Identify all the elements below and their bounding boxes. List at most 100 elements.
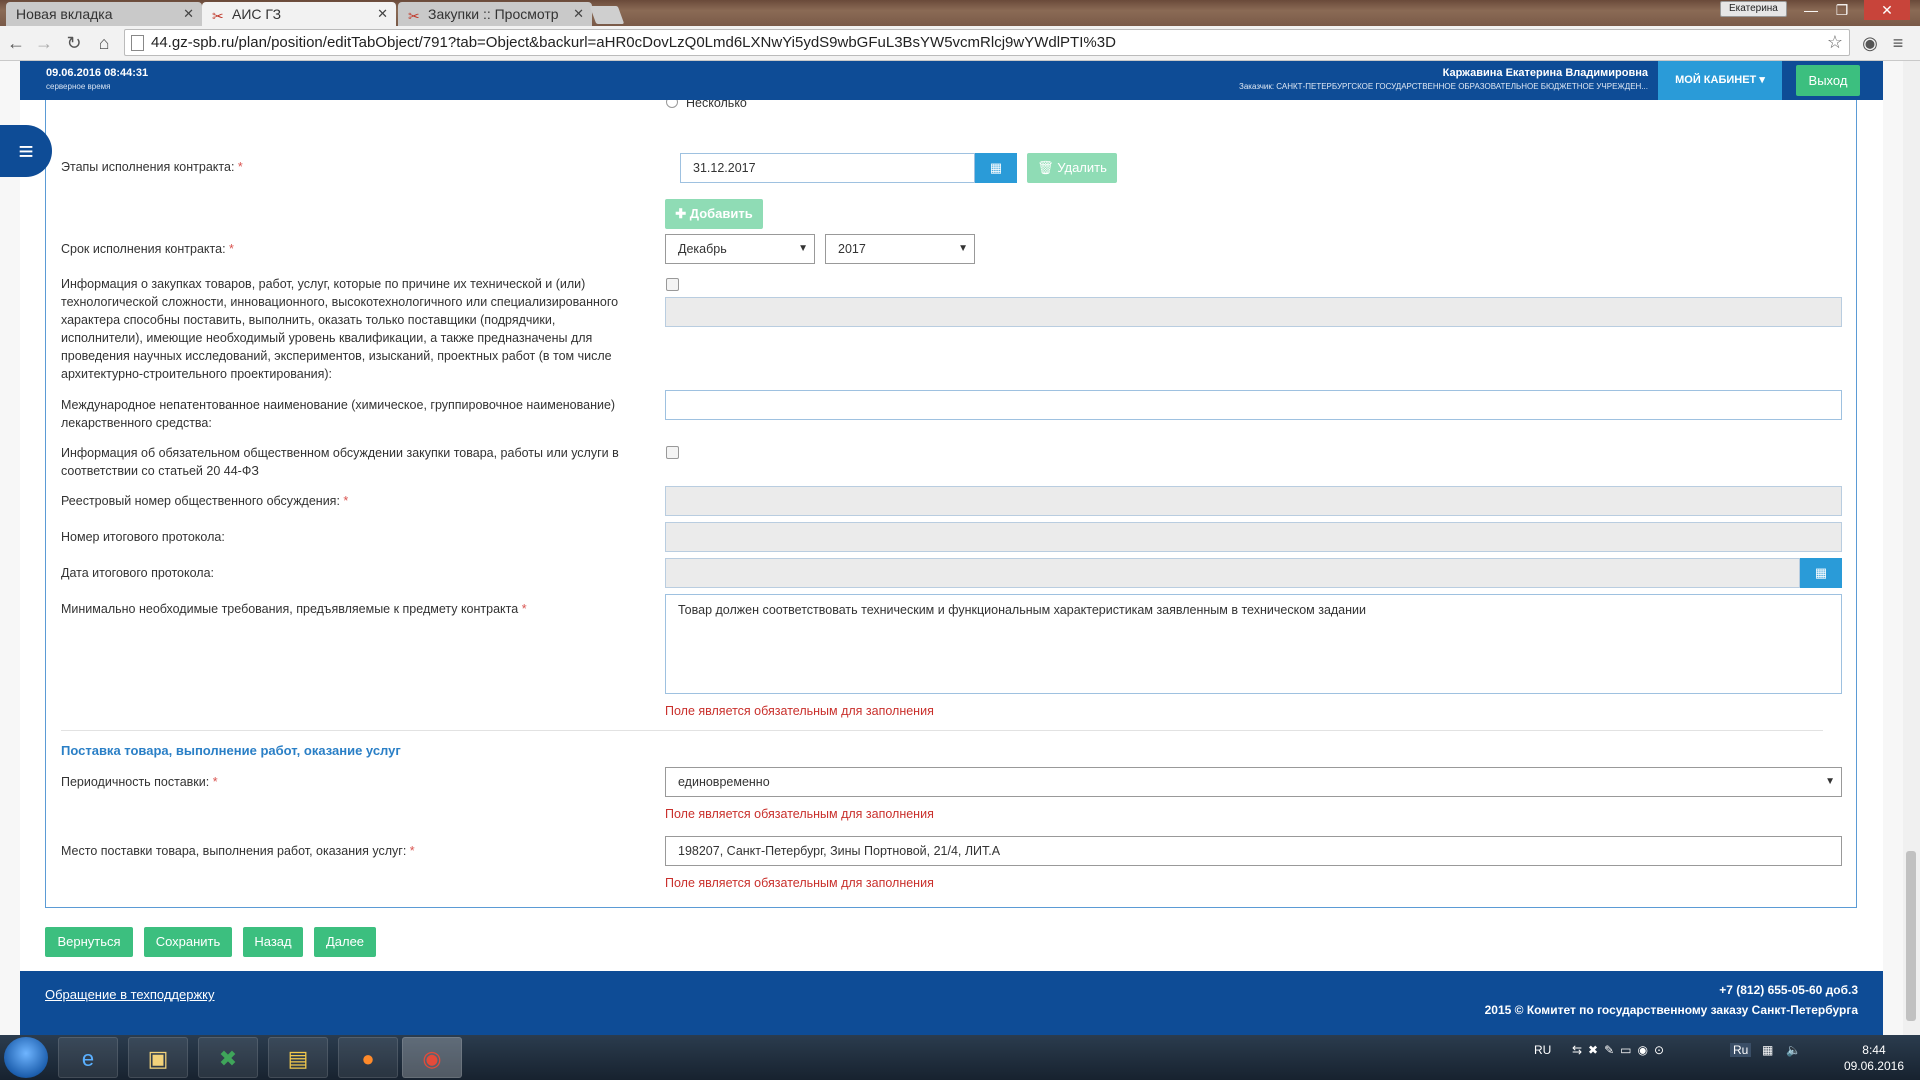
requirements-label: Минимально необходимые требования, предъ… xyxy=(61,600,631,618)
extension-icon[interactable]: ◉ xyxy=(1858,31,1882,55)
address-bar[interactable]: 44.gz-spb.ru/plan/position/editTabObject… xyxy=(124,29,1850,56)
button-label: МОЙ КАБИНЕТ xyxy=(1675,74,1757,86)
browser-tab-new[interactable]: Новая вкладка ✕ xyxy=(6,2,202,26)
copyright: 2015 © Комитет по государственному заказ… xyxy=(1484,1003,1858,1017)
taskbar-clock[interactable]: 8:44 09.06.2016 xyxy=(1844,1042,1904,1074)
browser-tabstrip: Новая вкладка ✕ ✂ АИС ГЗ ✕ ✂ Закупки :: Пр… xyxy=(0,0,1920,26)
protocol-date-input xyxy=(665,558,1800,588)
tech-info-input xyxy=(665,297,1842,327)
caret-down-icon: ▾ xyxy=(1759,74,1765,86)
server-date: 09.06.2016 08:44:31 xyxy=(46,67,149,79)
divider xyxy=(61,730,1823,731)
trash-icon: 🗑 xyxy=(1037,160,1054,175)
select-value: единовременно xyxy=(678,775,770,789)
protocol-date-label: Дата итогового протокола: xyxy=(61,566,215,580)
inn-input[interactable] xyxy=(665,390,1842,420)
required-mark: * xyxy=(409,844,415,858)
tray-icons[interactable]: ⇆✖✎▭◉⊙ xyxy=(1572,1043,1670,1057)
my-cabinet-button[interactable]: МОЙ КАБИНЕТ ▾ xyxy=(1658,61,1782,100)
required-mark: * xyxy=(229,242,234,256)
close-window-icon[interactable]: ✕ xyxy=(1864,0,1910,20)
close-icon[interactable]: ✕ xyxy=(183,2,194,26)
server-time-caption: серверное время xyxy=(46,82,111,91)
plus-icon: ✚ xyxy=(675,206,687,221)
menu-icon[interactable]: ≡ xyxy=(1886,31,1910,55)
term-year-select[interactable]: 2017 ▼ xyxy=(825,234,975,264)
place-error: Поле является обязательным для заполнени… xyxy=(665,876,934,890)
new-tab-button[interactable] xyxy=(589,6,625,24)
requirements-textarea[interactable]: Товар должен соответствовать техническим… xyxy=(665,594,1842,694)
scrollbar-thumb[interactable] xyxy=(1906,851,1916,1021)
support-link[interactable]: Обращение в техподдержку xyxy=(45,987,215,1002)
keyboard-layout[interactable]: Ru xyxy=(1730,1043,1752,1057)
requirements-error: Поле является обязательным для заполнени… xyxy=(665,704,934,718)
dropdown-arrow-icon: ▼ xyxy=(958,243,968,254)
chrome-icon[interactable]: ◉ xyxy=(402,1037,462,1078)
close-icon[interactable]: ✕ xyxy=(573,2,584,26)
browser-tab-ais[interactable]: ✂ АИС ГЗ ✕ xyxy=(202,2,396,26)
network-icon[interactable]: ▦ xyxy=(1762,1043,1773,1057)
star-icon[interactable]: ☆ xyxy=(1827,30,1843,55)
site-header: 09.06.2016 08:44:31 серверное время Карж… xyxy=(20,61,1883,100)
tab-label: Новая вкладка xyxy=(16,6,113,22)
close-icon[interactable]: ✕ xyxy=(377,2,388,26)
label-text: Периодичность поставки: xyxy=(61,775,210,789)
protocol-no-input xyxy=(665,522,1842,552)
periodicity-select[interactable]: единовременно ▼ xyxy=(665,767,1842,797)
place-input[interactable]: 198207, Санкт-Петербург, Зины Портновой,… xyxy=(665,836,1842,866)
label-text: Этапы исполнения контракта: xyxy=(61,160,235,174)
url-text: 44.gz-spb.ru/plan/position/editTabObject… xyxy=(151,34,1116,51)
calendar-icon[interactable]: ▦ xyxy=(1800,558,1842,588)
label-text: Срок исполнения контракта: xyxy=(61,242,226,256)
public-discussion-label: Информация об обязательном общественном … xyxy=(61,446,619,478)
maximize-icon[interactable]: ❐ xyxy=(1827,0,1857,20)
folder-app-icon[interactable]: ▣ xyxy=(128,1037,188,1078)
back-to-list-button[interactable]: Вернуться xyxy=(45,927,133,957)
logout-button[interactable]: Выход xyxy=(1796,65,1860,96)
volume-icon[interactable]: 🔈 xyxy=(1786,1043,1801,1057)
page-viewport: Несколько Этапы исполнения контракта: * … xyxy=(0,61,1903,1035)
customer-name: Заказчик: САНКТ-ПЕТЕРБУРГСКОЕ ГОСУДАРСТВ… xyxy=(1239,82,1648,91)
browser-tab-purchases[interactable]: ✂ Закупки :: Просмотр ✕ xyxy=(398,2,592,26)
stage-date-input[interactable]: 31.12.2017 xyxy=(680,153,975,183)
tech-info-checkbox[interactable] xyxy=(666,278,679,291)
button-label: Удалить xyxy=(1057,160,1107,175)
calendar-icon[interactable]: ▦ xyxy=(975,153,1017,183)
reload-icon[interactable]: ↻ xyxy=(62,31,86,55)
dropdown-arrow-icon: ▼ xyxy=(1825,776,1835,787)
site-footer: Обращение в техподдержку +7 (812) 655-05… xyxy=(20,971,1883,1035)
language-indicator[interactable]: RU xyxy=(1534,1043,1551,1057)
tab-label: Закупки :: Просмотр xyxy=(428,6,559,22)
home-icon[interactable]: ⌂ xyxy=(92,31,116,55)
tools-icon: ✂ xyxy=(408,8,420,24)
required-mark: * xyxy=(343,494,349,508)
public-discussion-checkbox[interactable] xyxy=(666,446,679,459)
explorer-icon[interactable]: ▤ xyxy=(268,1037,328,1078)
stages-label: Этапы исполнения контракта: * xyxy=(61,158,631,176)
clock-date: 09.06.2016 xyxy=(1843,1059,1904,1073)
save-button[interactable]: Сохранить xyxy=(144,927,232,957)
button-label: Добавить xyxy=(689,206,753,221)
excel-icon[interactable]: ✖ xyxy=(198,1037,258,1078)
hamburger-menu-icon[interactable]: ≡ xyxy=(0,125,52,177)
back-arrow-icon[interactable]: ← xyxy=(4,31,28,55)
delivery-section-title: Поставка товара, выполнение работ, оказа… xyxy=(61,743,401,758)
profile-chip[interactable]: Екатерина xyxy=(1720,1,1787,17)
ie-icon[interactable]: e xyxy=(58,1037,118,1078)
minimize-icon[interactable]: — xyxy=(1796,0,1826,20)
page-scrollbar[interactable] xyxy=(1903,61,1920,1035)
label-text: Место поставки товара, выполнения работ,… xyxy=(61,844,407,858)
tech-info-label: Информация о закупках товаров, работ, ус… xyxy=(61,277,619,381)
firefox-icon[interactable]: ● xyxy=(338,1037,398,1078)
next-button[interactable]: Далее xyxy=(314,927,376,957)
forward-arrow-icon[interactable]: → xyxy=(32,31,56,55)
support-phone: +7 (812) 655-05-60 доб.3 xyxy=(1719,983,1858,997)
add-stage-button[interactable]: ✚ Добавить xyxy=(665,199,763,229)
registry-label: Реестровый номер общественного обсуждени… xyxy=(61,492,631,510)
delete-stage-button[interactable]: 🗑 Удалить xyxy=(1027,153,1117,183)
required-mark: * xyxy=(212,775,218,789)
term-month-select[interactable]: Декабрь ▼ xyxy=(665,234,815,264)
start-button[interactable] xyxy=(4,1037,48,1078)
prev-button[interactable]: Назад xyxy=(243,927,303,957)
term-label: Срок исполнения контракта: * xyxy=(61,240,631,258)
